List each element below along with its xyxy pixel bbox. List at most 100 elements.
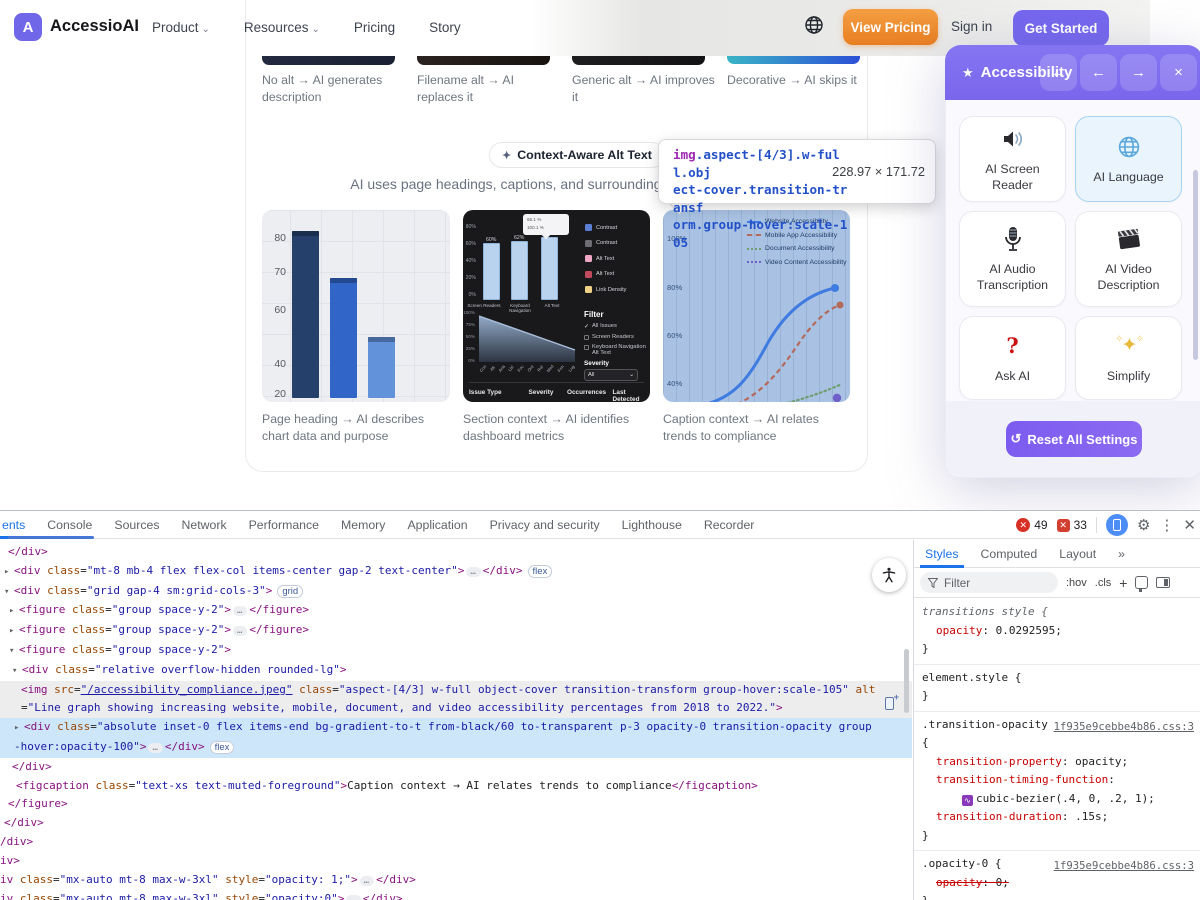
expand-ellipsis[interactable]: …: [232, 626, 248, 637]
elements-panel: </div> ▸ <div class="mt-8 mb-4 flex flex-c…: [0, 540, 912, 900]
sign-in-link[interactable]: Sign in: [951, 19, 992, 34]
gear-icon[interactable]: ⚙: [1137, 516, 1150, 534]
expand-ellipsis[interactable]: …: [466, 566, 481, 577]
filter-option[interactable]: Keyboard Navigation Alt Text: [584, 344, 646, 356]
dom-tree-line[interactable]: /div>: [0, 833, 912, 852]
globe-icon[interactable]: [804, 15, 828, 39]
console-warning-count[interactable]: ✕ 33: [1056, 518, 1087, 532]
severity-select[interactable]: All ⌄: [584, 369, 638, 381]
reset-all-settings-button[interactable]: ↺ Reset All Settings: [1006, 421, 1142, 457]
devtools-tab-sources[interactable]: Sources: [103, 511, 170, 539]
dom-horizontal-scrollbar[interactable]: [8, 536, 94, 539]
sidebar-tab-styles[interactable]: Styles: [914, 540, 970, 568]
style-rule[interactable]: transitions style {opacity: 0.0292595;}: [914, 599, 1200, 665]
bar-chart-figure[interactable]: 80 70 60 40 20: [262, 210, 450, 402]
devtools-tab-console[interactable]: Console: [36, 511, 103, 539]
widget-tile-ai-language[interactable]: AI Language: [1075, 116, 1182, 202]
flex-badge[interactable]: flex: [209, 740, 235, 754]
widget-tile-simplify[interactable]: ✧✦✧ Simplify: [1075, 316, 1182, 400]
dom-tree-line[interactable]: </figure>: [0, 795, 912, 814]
console-error-count[interactable]: ✕ 49: [1016, 518, 1048, 532]
widget-tile-ai-video-description[interactable]: AI Video Description: [1075, 211, 1182, 307]
dom-tree-line[interactable]: ▾ <div class="grid gap-4 sm:grid-cols-3">…: [0, 582, 912, 602]
dom-tree-line[interactable]: <figcaption class="text-xs text-muted-fo…: [0, 777, 912, 796]
expand-ellipsis[interactable]: …: [232, 606, 248, 617]
alt-example-image[interactable]: [727, 56, 860, 64]
style-rule[interactable]: 1f935e9cebbe4b86.css:3 .transition-opacit…: [914, 712, 1200, 851]
panel-dock-icon[interactable]: [1156, 577, 1171, 588]
dom-tree-line[interactable]: ▸ <figure class="group space-y-2">… </figu…: [0, 601, 912, 621]
get-started-button[interactable]: Get Started: [1013, 10, 1109, 46]
styles-filter-input[interactable]: Filter: [920, 572, 1058, 593]
attribute-link[interactable]: "/accessibility_compliance.jpeg": [81, 683, 293, 696]
style-rule[interactable]: 1f935e9cebbe4b86.css:3 .opacity-0 {opacit…: [914, 851, 1200, 900]
widget-back-button[interactable]: ←: [1080, 54, 1117, 91]
dom-tree-line[interactable]: ▸ <figure class="group space-y-2">… </figu…: [0, 621, 912, 641]
dom-tree-line[interactable]: </div>: [0, 543, 912, 562]
y-tick: 80: [274, 232, 286, 244]
devtools-tab-recorder[interactable]: Recorder: [693, 511, 766, 539]
dom-tree-line[interactable]: iv class="mx-auto mt-8 max-w-3xl" style=…: [0, 890, 912, 900]
widget-forward-button[interactable]: →: [1120, 54, 1157, 91]
alt-example-image[interactable]: [572, 56, 705, 65]
accessioai-logo[interactable]: A: [14, 13, 42, 41]
accessibility-person-icon[interactable]: [872, 558, 906, 592]
grid-badge[interactable]: grid: [277, 584, 304, 598]
devtools-tab-memory[interactable]: Memory: [330, 511, 396, 539]
devtools-tab-network[interactable]: Network: [171, 511, 238, 539]
view-pricing-button[interactable]: View Pricing: [843, 9, 938, 45]
widget-tile-ai-audio-transcription[interactable]: AI Audio Transcription: [959, 211, 1066, 307]
expand-ellipsis[interactable]: …: [148, 742, 163, 753]
devtools-tab-application[interactable]: Application: [396, 511, 478, 539]
dom-tree-line[interactable]: </div>: [0, 814, 912, 833]
cls-toggle[interactable]: .cls: [1095, 577, 1112, 589]
expand-ellipsis[interactable]: …: [359, 875, 375, 886]
widget-tile-ai-screen-reader[interactable]: AI Screen Reader: [959, 116, 1066, 202]
expand-ellipsis[interactable]: …: [346, 895, 361, 900]
dom-vertical-scrollbar[interactable]: [904, 649, 909, 713]
dom-tree-line[interactable]: ▾ <div class="relative overflow-hidden ro…: [0, 661, 912, 681]
widget-scrollbar[interactable]: [1193, 170, 1198, 360]
flex-badge[interactable]: flex: [527, 564, 553, 578]
cubic-bezier-icon[interactable]: ∿: [962, 794, 973, 806]
devtools-tab-privacy-and-security[interactable]: Privacy and security: [479, 511, 611, 539]
dom-tree-line[interactable]: ▸ <div class="absolute inset-0 flex items…: [0, 718, 912, 758]
dom-tree-line[interactable]: iv class="mx-auto mt-8 max-w-3xl" style=…: [0, 871, 912, 891]
scroll-into-view-icon[interactable]: +: [884, 692, 899, 712]
dom-tree-line[interactable]: iv>: [0, 852, 912, 871]
nav-item-resources[interactable]: Resources ⌄: [244, 20, 320, 35]
devtools-tab-ents[interactable]: ents: [0, 511, 36, 539]
dom-tree-line[interactable]: <img src="/accessibility_compliance.jpeg…: [0, 680, 912, 719]
hov-toggle[interactable]: :hov: [1066, 577, 1087, 589]
stylesheet-link[interactable]: 1f935e9cebbe4b86.css:3: [1054, 718, 1194, 737]
stylesheet-link[interactable]: 1f935e9cebbe4b86.css:3: [1054, 857, 1194, 876]
sidebar-tab-computed[interactable]: Computed: [970, 540, 1049, 568]
widget-tile-ask-ai[interactable]: ? Ask AI: [959, 316, 1066, 400]
nav-item-pricing[interactable]: Pricing: [354, 20, 395, 35]
alt-example-image[interactable]: [262, 56, 395, 65]
widget-resize-button[interactable]: ↔: [1040, 54, 1077, 91]
widget-close-button[interactable]: ×: [1160, 54, 1197, 91]
style-rule[interactable]: element.style {}: [914, 665, 1200, 712]
accessibility-widget-header[interactable]: ★ Accessibility ↔ ← → ×: [945, 45, 1200, 100]
sidebar-tab-layout[interactable]: Layout: [1048, 540, 1107, 568]
legend-item: Alt Text: [585, 267, 626, 283]
sidebar-tab-more[interactable]: »: [1107, 540, 1136, 568]
device-toolbar-icon[interactable]: [1105, 514, 1128, 536]
filter-option[interactable]: ✓ All Issues: [584, 323, 646, 330]
brand-name[interactable]: AccessioAI: [50, 17, 139, 36]
nav-item-product[interactable]: Product ⌄: [152, 20, 210, 35]
dom-tree-line[interactable]: ▸ <div class="mt-8 mb-4 flex flex-col ite…: [0, 562, 912, 582]
nav-item-story[interactable]: Story: [429, 20, 461, 35]
filter-option[interactable]: Screen Readers: [584, 334, 646, 340]
kebab-menu-icon[interactable]: ⋮: [1159, 516, 1174, 534]
devtools-close-icon[interactable]: ✕: [1183, 516, 1196, 534]
devtools-tab-performance[interactable]: Performance: [238, 511, 330, 539]
dom-tree-line[interactable]: ▾ <figure class="group space-y-2">: [0, 641, 912, 661]
dashboard-figure[interactable]: 80% 60% 40% 20% 0% 60% 62% Screen Readers Keyboa…: [463, 210, 650, 402]
alt-example-image[interactable]: [417, 56, 550, 65]
dom-tree-line[interactable]: </div>: [0, 758, 912, 777]
paint-panel-icon[interactable]: [1135, 576, 1149, 592]
new-style-rule-button[interactable]: +: [1119, 575, 1127, 591]
devtools-tab-lighthouse[interactable]: Lighthouse: [611, 511, 693, 539]
